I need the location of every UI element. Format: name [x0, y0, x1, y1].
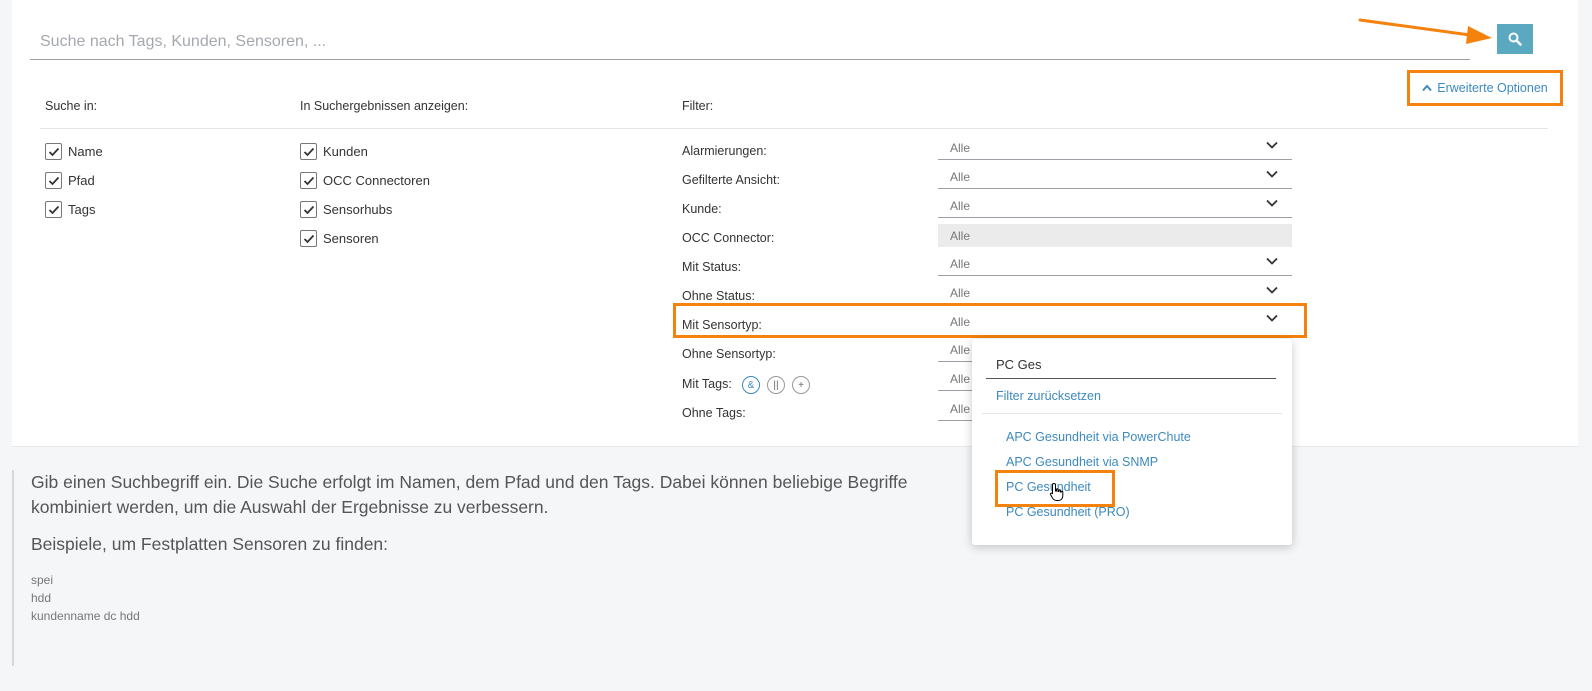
advanced-options-toggle[interactable]: Erweiterte Optionen	[1407, 70, 1563, 106]
dropdown-option[interactable]: APC Gesundheit via PowerChute	[1006, 430, 1191, 444]
checkbox-label: Pfad	[68, 173, 95, 188]
divider	[40, 128, 1548, 129]
checkbox-name[interactable]: Name	[45, 143, 103, 160]
chevron-down-icon	[1266, 286, 1278, 294]
advanced-options-label: Erweiterte Optionen	[1437, 81, 1548, 95]
select-value: Alle	[950, 257, 971, 271]
check-icon	[48, 176, 59, 185]
tag-operators: & || +	[742, 376, 810, 394]
checkbox-occ-connectoren[interactable]: OCC Connectoren	[300, 172, 430, 189]
check-icon	[303, 176, 314, 185]
check-icon	[48, 147, 59, 156]
filter-heading: Filter:	[682, 99, 714, 113]
help-example: hdd	[31, 591, 52, 605]
checkbox[interactable]	[45, 143, 62, 160]
checkbox[interactable]	[300, 201, 317, 218]
filter-label-mit-status: Mit Status:	[682, 260, 742, 274]
checkbox-label: Kunden	[323, 144, 368, 159]
help-section: Gib einen Suchbegriff ein. Die Suche erf…	[12, 470, 1578, 666]
check-icon	[303, 234, 314, 243]
select-value: Alle	[950, 141, 971, 155]
checkbox-label: Tags	[68, 202, 96, 217]
filter-select-mit-status[interactable]: Alle	[938, 253, 1292, 276]
filter-select-occ-connector: Alle	[938, 224, 1292, 247]
select-value: Alle	[950, 170, 971, 184]
reset-filter-link[interactable]: Filter zurücksetzen	[996, 389, 1101, 403]
select-value: Alle	[950, 402, 971, 416]
tag-operator-or[interactable]: ||	[767, 376, 785, 394]
filter-select-ohne-status[interactable]: Alle	[938, 282, 1292, 305]
filter-select-kunde[interactable]: Alle	[938, 195, 1292, 218]
filter-label-occ-connector: OCC Connector:	[682, 231, 775, 245]
filter-label-alarmierungen: Alarmierungen:	[682, 144, 767, 158]
select-value: Alle	[950, 343, 971, 357]
checkbox-label: Sensorhubs	[323, 202, 393, 217]
chevron-down-icon	[1266, 170, 1278, 178]
show-in-results-heading: In Suchergebnissen anzeigen:	[300, 99, 469, 113]
filter-label-gefilterte-ansicht: Gefilterte Ansicht:	[682, 173, 780, 187]
filter-select-gefilterte-ansicht[interactable]: Alle	[938, 166, 1292, 189]
annotation-arrow	[1358, 18, 1492, 44]
search-button[interactable]	[1497, 24, 1533, 54]
search-icon	[1508, 32, 1522, 46]
checkbox-label: Name	[68, 144, 103, 159]
select-value: Alle	[950, 199, 971, 213]
check-icon	[303, 205, 314, 214]
checkbox-tags[interactable]: Tags	[45, 201, 95, 218]
checkbox[interactable]	[45, 172, 62, 189]
check-icon	[48, 205, 59, 214]
chevron-down-icon	[1266, 257, 1278, 265]
checkbox[interactable]	[300, 143, 317, 160]
checkbox-sensoren[interactable]: Sensoren	[300, 230, 379, 247]
help-examples-title: Beispiele, um Festplatten Sensoren zu fi…	[31, 534, 389, 554]
checkbox[interactable]	[300, 230, 317, 247]
checkbox-pfad[interactable]: Pfad	[45, 172, 95, 189]
help-intro: Gib einen Suchbegriff ein. Die Suche erf…	[31, 472, 908, 517]
highlight-mit-sensortyp	[673, 303, 1307, 338]
checkbox[interactable]	[45, 201, 62, 218]
filter-label-mit-tags: Mit Tags:	[682, 377, 732, 391]
filter-label-ohne-status: Ohne Status:	[682, 289, 755, 303]
filter-label-ohne-tags: Ohne Tags:	[682, 406, 746, 420]
tag-operator-add[interactable]: +	[792, 376, 810, 394]
help-example: kundenname dc hdd	[31, 609, 140, 623]
dropdown-option[interactable]: APC Gesundheit via SNMP	[1006, 455, 1158, 469]
dropdown-search-input[interactable]	[986, 351, 1276, 379]
checkbox-label: OCC Connectoren	[323, 173, 430, 188]
checkbox[interactable]	[300, 172, 317, 189]
filter-select-alarmierungen[interactable]: Alle	[938, 137, 1292, 160]
checkbox-kunden[interactable]: Kunden	[300, 143, 368, 160]
chevron-down-icon	[1266, 141, 1278, 149]
dropdown-divider	[982, 413, 1282, 414]
chevron-down-icon	[1266, 199, 1278, 207]
help-examples: spei hdd kundenname dc hdd	[31, 571, 1578, 625]
select-value: Alle	[950, 372, 971, 386]
chevron-up-icon	[1422, 84, 1432, 92]
filter-label-kunde: Kunde:	[682, 202, 722, 216]
filter-label-ohne-sensortyp: Ohne Sensortyp:	[682, 347, 776, 361]
checkbox-label: Sensoren	[323, 231, 379, 246]
tag-operator-and[interactable]: &	[742, 376, 760, 394]
check-icon	[303, 147, 314, 156]
help-example: spei	[31, 573, 54, 587]
select-value: Alle	[950, 286, 971, 300]
checkbox-sensorhubs[interactable]: Sensorhubs	[300, 201, 392, 218]
select-value: Alle	[950, 228, 971, 243]
search-in-heading: Suche in:	[45, 99, 98, 113]
search-input[interactable]	[30, 24, 1470, 60]
